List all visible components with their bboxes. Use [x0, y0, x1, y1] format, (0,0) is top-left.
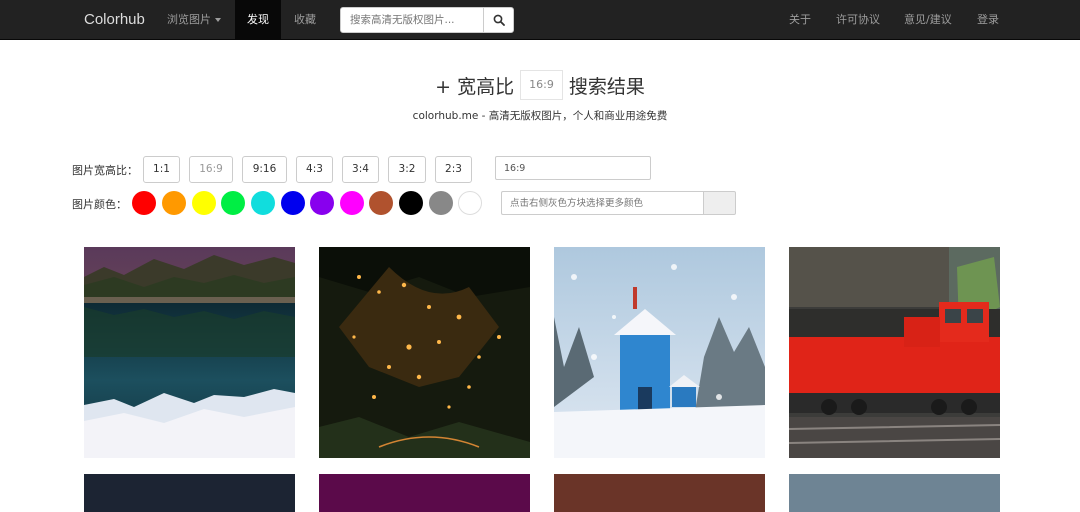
- ratio-filter-label: 图片宽高比：: [72, 164, 138, 177]
- photo-row2-1[interactable]: [84, 474, 295, 512]
- photo-row2-3[interactable]: [554, 474, 765, 512]
- photo-red-locomotive[interactable]: [789, 247, 1000, 458]
- brand-logo[interactable]: Colorhub: [84, 0, 145, 40]
- nav-login[interactable]: 登录: [977, 0, 999, 40]
- top-navbar: Colorhub 浏览图片 发现 收藏 关于 许可协议 意见/建议 登录: [0, 0, 1080, 40]
- ratio-button-3-2[interactable]: 3:2: [388, 156, 426, 183]
- nav-license[interactable]: 许可协议: [836, 0, 880, 40]
- color-swatch-white[interactable]: [458, 191, 482, 215]
- photo-row2-2[interactable]: [319, 474, 530, 512]
- color-picker-button[interactable]: [703, 191, 736, 215]
- heading-suffix: 搜索结果: [568, 75, 645, 98]
- color-swatch-blue[interactable]: [281, 191, 305, 215]
- color-swatch-purple[interactable]: [310, 191, 334, 215]
- search-form: [340, 7, 514, 33]
- mountain-lake-image: [84, 247, 295, 458]
- ratio-button-16-9[interactable]: 16:9: [189, 156, 233, 183]
- caret-down-icon: [215, 18, 221, 22]
- heading-prefix: + 宽高比: [435, 75, 515, 98]
- red-locomotive-image: [789, 247, 1000, 458]
- results-heading: + 宽高比 16:9 搜索结果: [0, 68, 1080, 102]
- search-icon: [493, 14, 505, 26]
- photo-blue-tower-house[interactable]: [554, 247, 765, 458]
- color-swatch-black[interactable]: [399, 191, 423, 215]
- nav-favorites[interactable]: 收藏: [294, 0, 316, 40]
- ratio-input[interactable]: [495, 156, 651, 180]
- color-swatch-green[interactable]: [221, 191, 245, 215]
- color-swatch-yellow[interactable]: [192, 191, 216, 215]
- ratio-button-9-16[interactable]: 9:16: [242, 156, 287, 183]
- color-swatch-gray[interactable]: [429, 191, 453, 215]
- color-swatch-red[interactable]: [132, 191, 156, 215]
- ratio-button-4-3[interactable]: 4:3: [296, 156, 333, 183]
- nav-discover[interactable]: 发现: [235, 0, 281, 40]
- ratio-button-1-1[interactable]: 1:1: [143, 156, 180, 183]
- search-button[interactable]: [483, 8, 514, 32]
- color-swatch-orange[interactable]: [162, 191, 186, 215]
- nav-feedback[interactable]: 意见/建议: [904, 0, 952, 40]
- color-input[interactable]: [501, 191, 703, 215]
- nav-about[interactable]: 关于: [789, 0, 811, 40]
- color-swatch-magenta[interactable]: [340, 191, 364, 215]
- night-village-image: [319, 247, 530, 458]
- page-subtitle: colorhub.me - 高清无版权图片，个人和商业用途免费: [412, 110, 668, 122]
- color-swatch-cyan[interactable]: [251, 191, 275, 215]
- nav-browse-label: 浏览图片: [167, 13, 211, 26]
- search-input[interactable]: [341, 8, 483, 32]
- photo-night-village[interactable]: [319, 247, 530, 458]
- blue-tower-image: [554, 247, 765, 458]
- nav-browse-dropdown[interactable]: 浏览图片: [167, 0, 221, 40]
- color-swatch-brown[interactable]: [369, 191, 393, 215]
- photo-mountain-lake[interactable]: [84, 247, 295, 458]
- ratio-button-2-3[interactable]: 2:3: [435, 156, 472, 183]
- photo-row2-4[interactable]: [789, 474, 1000, 512]
- color-filter-label: 图片颜色：: [72, 198, 127, 211]
- ratio-button-3-4[interactable]: 3:4: [342, 156, 379, 183]
- heading-ratio-tag: 16:9: [520, 70, 563, 100]
